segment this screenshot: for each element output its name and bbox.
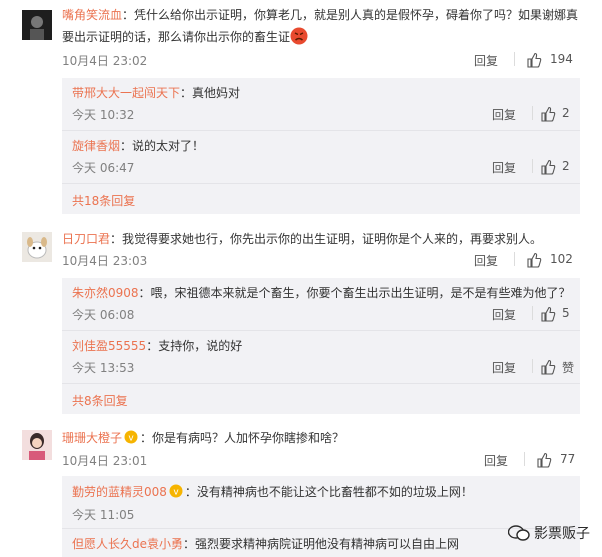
watermark-text: 影票贩子 [534, 526, 590, 542]
separator [62, 183, 580, 184]
reply-time: 今天 11:05 [72, 508, 135, 522]
wechat-logo-icon [507, 525, 530, 541]
divider [532, 359, 533, 373]
comment-body: 嘴角笑流血：凭什么给你出示证明，你算老几，就是别人真的是假怀孕，碍着你了吗？如果… [62, 4, 582, 48]
like-thumb-icon[interactable] [540, 106, 556, 122]
like-thumb-icon[interactable] [540, 306, 556, 322]
reply-button[interactable]: 回复 [474, 52, 498, 69]
reply-item: 朱亦然0908：喂，宋祖德本来就是个畜生，你要个畜生出示出生证明，是不是有些难为… [62, 278, 580, 330]
watermark: 影票贩子 [507, 523, 590, 543]
reply-actions: 回复 5 [492, 306, 570, 322]
reply-button[interactable]: 回复 [474, 252, 498, 269]
comment-time: 10月4日 23:03 [62, 254, 148, 268]
reply-username[interactable]: 刘佳盈55555 [72, 339, 146, 353]
reply-text: ：喂，宋祖德本来就是个畜生，你要个畜生出示出生证明，是不是有些难为他了？ [138, 286, 571, 300]
reply-body: 旋律香烟：说的太对了！ [72, 137, 204, 155]
reply-item: 但愿人长久de袁小勇：强烈要求精神病院证明他没有精神病可以自由上网 [62, 529, 580, 557]
reply-item: 勤劳的蓝精灵008 v ：没有精神病也不能让这个比畜牲都不如的垃圾上网！ 今天 11… [62, 476, 580, 528]
reply-time: 今天 10:32 [72, 108, 135, 122]
reply-text: ：支持你，说的好 [146, 339, 243, 353]
like-count: 5 [562, 306, 570, 320]
like-thumb-icon[interactable] [540, 359, 556, 375]
like-thumb-icon[interactable] [526, 52, 542, 68]
reply-time: 今天 06:08 [72, 308, 135, 322]
comment-actions: 回复 194 [474, 52, 580, 68]
vip-badge-icon: v [124, 430, 138, 444]
reply-username[interactable]: 但愿人长久de袁小勇 [72, 537, 183, 551]
like-thumb-icon[interactable] [526, 252, 542, 268]
separator [62, 383, 580, 384]
comment-time: 10月4日 23:01 [62, 454, 148, 468]
comment-body: 珊珊大橙子 v ：你是有病吗？人加怀孕你瞎掺和啥？ [62, 427, 582, 449]
reply-actions: 回复 2 [492, 159, 570, 175]
reply-button[interactable]: 回复 [484, 452, 508, 469]
reply-username[interactable]: 勤劳的蓝精灵008 [72, 485, 167, 499]
like-label[interactable]: 赞 [562, 359, 574, 376]
divider [514, 252, 515, 266]
avatar[interactable] [22, 10, 52, 40]
avatar[interactable] [22, 430, 52, 460]
reply-text: ：没有精神病也不能让这个比畜牲都不如的垃圾上网！ [184, 485, 473, 499]
avatar-image [22, 232, 52, 262]
reply-username[interactable]: 带邢大大一起闯天下 [72, 86, 180, 100]
reply-button[interactable]: 回复 [492, 159, 516, 176]
comment-actions: 回复 77 [484, 452, 580, 468]
divider [524, 452, 525, 466]
comment: 日刀口君：我觉得要求她也行，你先出示你的出生证明，证明你是个人来的，再要求别人。… [0, 222, 602, 418]
like-count: 2 [562, 106, 570, 120]
reply-item: 刘佳盈55555：支持你，说的好 今天 13:53 回复 赞 [62, 331, 580, 383]
reply-text: ：说的太对了！ [120, 139, 205, 153]
reply-text: ：强烈要求精神病院证明他没有精神病可以自由上网 [183, 537, 460, 551]
like-thumb-icon[interactable] [540, 159, 556, 175]
divider [514, 52, 515, 66]
divider [532, 159, 533, 173]
like-count: 77 [560, 452, 576, 466]
reply-list: 带邢大大一起闯天下：真他妈对 今天 10:32 回复 2 旋律香烟：说的太对了！… [62, 78, 580, 214]
comment: 嘴角笑流血：凭什么给你出示证明，你算老几，就是别人真的是假怀孕，碍着你了吗？如果… [0, 0, 602, 222]
comment-username[interactable]: 嘴角笑流血 [62, 8, 122, 22]
comment-text: ：凭什么给你出示证明，你算老几，就是别人真的是假怀孕，碍着你了吗？如果谢娜真要出… [62, 8, 579, 44]
reply-list: 朱亦然0908：喂，宋祖德本来就是个畜生，你要个畜生出示出生证明，是不是有些难为… [62, 278, 580, 414]
reply-username[interactable]: 旋律香烟 [72, 139, 120, 153]
reply-actions: 回复 2 [492, 106, 570, 122]
reply-item: 旋律香烟：说的太对了！ 今天 06:47 回复 2 [62, 131, 580, 183]
avatar-image [22, 430, 52, 460]
reply-time: 今天 13:53 [72, 361, 135, 375]
reply-time: 今天 06:47 [72, 161, 135, 175]
avatar[interactable] [22, 232, 52, 262]
like-thumb-icon[interactable] [536, 452, 552, 468]
like-count: 194 [550, 52, 573, 66]
more-replies-link[interactable]: 共8条回复 [72, 392, 128, 409]
reply-body: 带邢大大一起闯天下：真他妈对 [72, 84, 240, 102]
like-count: 2 [562, 159, 570, 173]
comment-text: ：我觉得要求她也行，你先出示你的出生证明，证明你是个人来的，再要求别人。 [110, 232, 543, 246]
like-count: 102 [550, 252, 573, 266]
avatar-image [22, 10, 52, 40]
reply-username[interactable]: 朱亦然0908 [72, 286, 139, 300]
reply-button[interactable]: 回复 [492, 306, 516, 323]
reply-button[interactable]: 回复 [492, 359, 516, 376]
angry-emoji-icon [290, 27, 308, 45]
reply-item: 带邢大大一起闯天下：真他妈对 今天 10:32 回复 2 [62, 78, 580, 130]
svg-text:v: v [128, 434, 134, 444]
more-replies-link[interactable]: 共18条回复 [72, 192, 135, 209]
comment-username[interactable]: 日刀口君 [62, 232, 110, 246]
comment-text: ：你是有病吗？人加怀孕你瞎掺和啥？ [140, 431, 345, 445]
vip-badge-icon: v [169, 484, 183, 498]
reply-text: ：真他妈对 [180, 86, 241, 100]
reply-actions: 回复 赞 [492, 359, 574, 376]
comment-actions: 回复 102 [474, 252, 580, 268]
reply-list: 勤劳的蓝精灵008 v ：没有精神病也不能让这个比畜牲都不如的垃圾上网！ 今天 11… [62, 476, 580, 557]
comment-body: 日刀口君：我觉得要求她也行，你先出示你的出生证明，证明你是个人来的，再要求别人。 [62, 228, 582, 250]
reply-button[interactable]: 回复 [492, 106, 516, 123]
divider [532, 106, 533, 120]
reply-body: 勤劳的蓝精灵008 v ：没有精神病也不能让这个比畜牲都不如的垃圾上网！ [72, 483, 473, 501]
comment-time: 10月4日 23:02 [62, 54, 148, 68]
divider [532, 306, 533, 320]
reply-body: 但愿人长久de袁小勇：强烈要求精神病院证明他没有精神病可以自由上网 [72, 535, 459, 553]
reply-body: 刘佳盈55555：支持你，说的好 [72, 337, 242, 355]
svg-text:v: v [173, 488, 179, 498]
comment-username[interactable]: 珊珊大橙子 [62, 431, 122, 445]
reply-body: 朱亦然0908：喂，宋祖德本来就是个畜生，你要个畜生出示出生证明，是不是有些难为… [72, 284, 571, 302]
